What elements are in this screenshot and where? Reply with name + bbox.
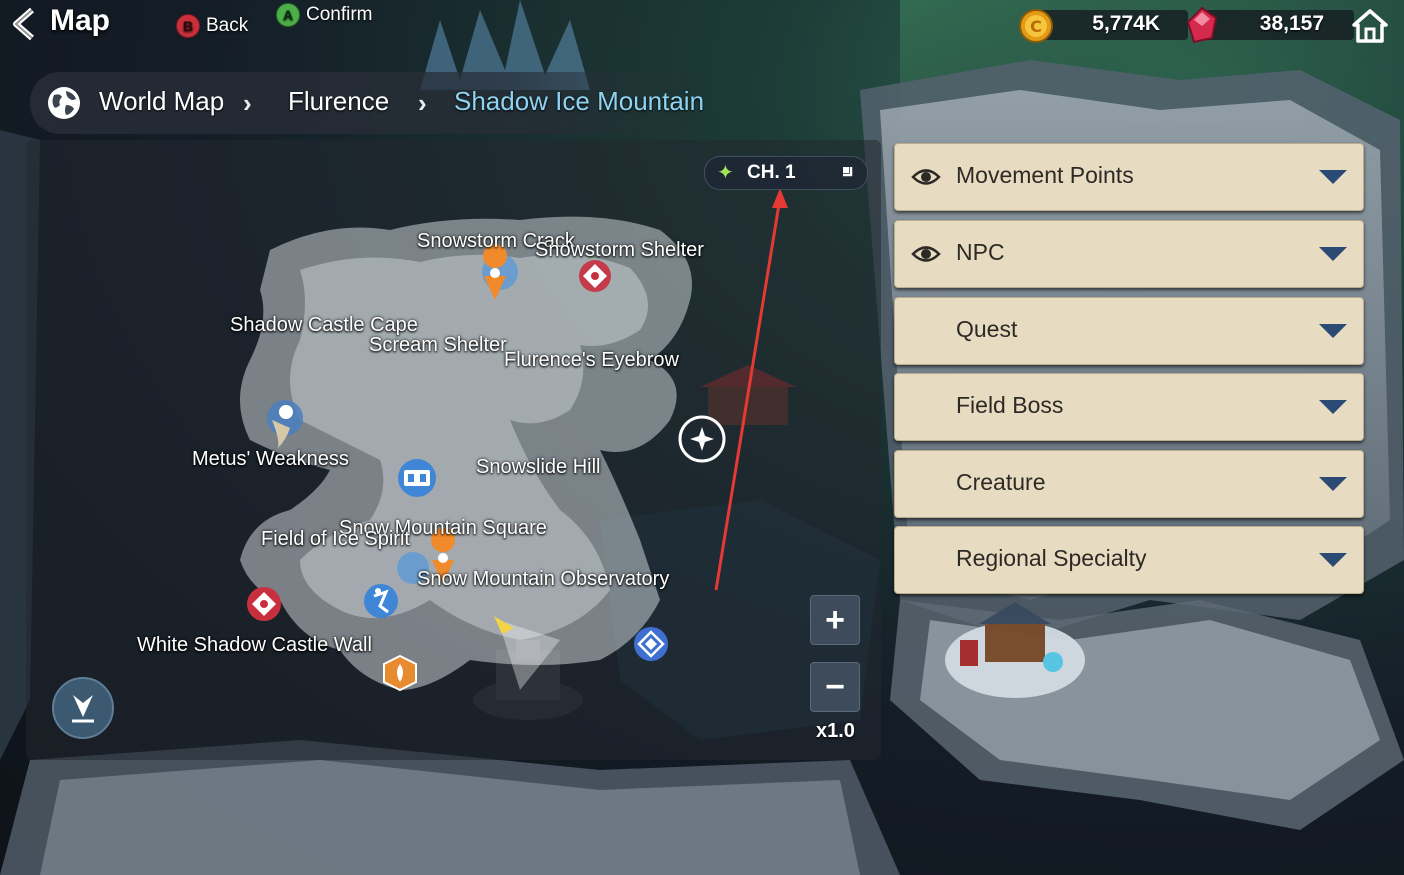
svg-text:C: C	[1030, 17, 1042, 36]
location-label[interactable]: Snowslide Hill	[476, 456, 601, 479]
gem-currency: 38,157	[1182, 6, 1354, 44]
sparkle-icon: ✦	[717, 162, 734, 184]
back-hint[interactable]: B Back	[176, 14, 248, 38]
gem-amount: 38,157	[1259, 12, 1324, 35]
channel-label: CH. 1	[747, 162, 796, 183]
back-arrow-icon[interactable]	[4, 4, 44, 44]
filter-npc[interactable]: NPC	[894, 220, 1364, 288]
gold-amount: 5,774K	[1092, 12, 1160, 35]
filter-label: NPC	[956, 239, 1005, 265]
filter-label: Regional Specialty	[956, 545, 1147, 571]
location-label[interactable]: White Shadow Castle Wall	[137, 634, 372, 657]
eye-icon[interactable]	[911, 241, 941, 267]
location-label[interactable]: Snow Mountain Observatory	[417, 568, 669, 591]
filter-movement-points[interactable]: Movement Points	[894, 143, 1364, 211]
b-button-icon: B	[176, 14, 200, 38]
dropdown-caret-icon	[1319, 477, 1347, 491]
page-title: Map	[50, 4, 110, 37]
locate-player-button[interactable]	[52, 677, 114, 739]
dropdown-caret-icon	[1319, 170, 1347, 184]
filter-label: Field Boss	[956, 392, 1064, 418]
location-label[interactable]: Field of Ice Spirit	[261, 528, 410, 551]
gold-currency: C 5,774K	[1016, 6, 1188, 44]
location-label[interactable]: Snowstorm Shelter	[535, 239, 704, 262]
dropdown-caret-icon	[1319, 553, 1347, 567]
expand-corner-icon	[843, 167, 853, 177]
dropdown-caret-icon	[1319, 324, 1347, 338]
confirm-hint-label: Confirm	[306, 4, 373, 25]
location-label[interactable]: Flurence's Eyebrow	[504, 349, 679, 372]
filter-label: Creature	[956, 469, 1046, 495]
home-icon[interactable]	[1352, 8, 1388, 44]
chevron-right-icon: ›	[418, 88, 427, 118]
channel-selector[interactable]: ✦ CH. 1	[704, 156, 868, 190]
zoom-in-button[interactable]: +	[810, 595, 860, 645]
chevron-right-icon: ›	[243, 88, 252, 118]
breadcrumb-flurence[interactable]: Flurence	[288, 86, 389, 117]
zoom-level: x1.0	[816, 720, 855, 742]
red-gem-icon	[1186, 6, 1218, 44]
a-button-icon: A	[276, 3, 300, 27]
location-label[interactable]: Scream Shelter	[369, 334, 507, 357]
breadcrumb-shadow-ice-mountain: Shadow Ice Mountain	[454, 86, 705, 116]
dropdown-caret-icon	[1319, 247, 1347, 261]
zoom-out-button[interactable]: −	[810, 662, 860, 712]
filter-label: Quest	[956, 316, 1018, 342]
filter-label: Movement Points	[956, 162, 1134, 188]
top-bar: Map B Back A Confirm C 5,774K 38,157	[0, 0, 1404, 60]
location-cursor-icon	[72, 695, 94, 723]
gold-coin-icon: C	[1019, 9, 1053, 43]
back-hint-label: Back	[206, 15, 249, 36]
location-label[interactable]: Metus' Weakness	[192, 448, 349, 471]
dropdown-caret-icon	[1319, 400, 1347, 414]
globe-icon[interactable]	[46, 85, 82, 121]
confirm-hint[interactable]: A Confirm	[276, 2, 373, 28]
filter-creature[interactable]: Creature	[894, 450, 1364, 518]
breadcrumb: World Map › Flurence › Shadow Ice Mounta…	[30, 72, 720, 134]
filter-quest[interactable]: Quest	[894, 297, 1364, 365]
eye-icon[interactable]	[911, 164, 941, 190]
filter-regional-specialty[interactable]: Regional Specialty	[894, 526, 1364, 594]
filter-field-boss[interactable]: Field Boss	[894, 373, 1364, 441]
breadcrumb-world-map[interactable]: World Map	[99, 86, 224, 117]
